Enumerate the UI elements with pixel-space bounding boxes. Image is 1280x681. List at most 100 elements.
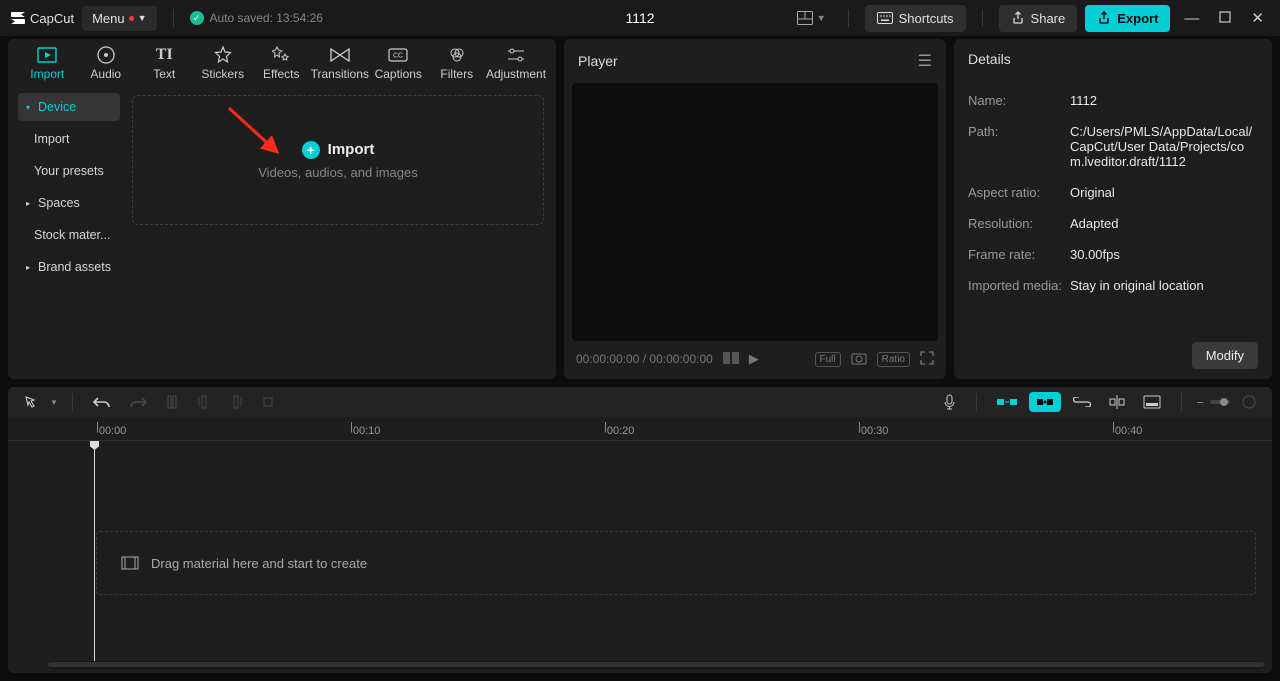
document-title: 1112: [625, 10, 654, 26]
timeline-panel: ▼ −: [8, 387, 1272, 673]
detail-label-path: Path:: [968, 124, 1070, 169]
notification-dot-icon: [129, 16, 134, 21]
chevron-icon: ▸: [26, 263, 34, 272]
tab-label: Import: [30, 67, 64, 81]
tick-label: 00:00: [99, 425, 127, 437]
tab-filters[interactable]: Filters: [428, 46, 487, 85]
link-button[interactable]: [1067, 393, 1097, 411]
capcut-logo-icon: [10, 10, 26, 26]
delete-button[interactable]: [255, 391, 281, 413]
tab-label: Text: [153, 67, 175, 81]
tick-label: 00:20: [607, 425, 635, 437]
tab-label: Effects: [263, 67, 299, 81]
player-viewport[interactable]: [572, 83, 938, 341]
transitions-icon: [330, 46, 350, 64]
layout-icon: [797, 11, 813, 25]
check-icon: ✓: [190, 11, 204, 25]
detail-value-name: 1112: [1070, 93, 1258, 108]
timeline-scrollbar[interactable]: [48, 661, 1264, 669]
separator: [976, 393, 977, 411]
delete-right-button[interactable]: [223, 391, 249, 413]
chevron-down-icon[interactable]: ▼: [50, 398, 58, 407]
detail-value-aspect: Original: [1070, 185, 1258, 200]
zoom-fit-button[interactable]: [1236, 391, 1262, 413]
shortcuts-button[interactable]: Shortcuts: [865, 5, 966, 32]
import-label: Import: [328, 141, 375, 158]
sidebar-item-brand[interactable]: ▸Brand assets: [18, 253, 120, 281]
split-button[interactable]: [159, 391, 185, 413]
delete-left-button[interactable]: [191, 391, 217, 413]
chevron-icon: ▸: [26, 199, 34, 208]
playhead[interactable]: [94, 441, 95, 661]
sidebar-item-spaces[interactable]: ▸Spaces: [18, 189, 120, 217]
share-button[interactable]: Share: [999, 5, 1078, 32]
tab-transitions[interactable]: Transitions: [311, 46, 370, 85]
zoom-out-button[interactable]: −: [1196, 395, 1204, 410]
tab-stickers[interactable]: Stickers: [194, 46, 253, 85]
maximize-button[interactable]: [1213, 10, 1237, 27]
detail-label-res: Resolution:: [968, 216, 1070, 231]
close-button[interactable]: ✕: [1245, 9, 1270, 27]
chevron-down-icon: ▼: [817, 13, 826, 23]
media-panel: Import Audio TI Text Stickers Effects Tr…: [8, 39, 556, 379]
tab-audio[interactable]: Audio: [77, 46, 136, 85]
fullscreen-button[interactable]: Full: [815, 352, 841, 367]
minimize-button[interactable]: —: [1178, 10, 1205, 27]
sidebar-item-import[interactable]: Import: [18, 125, 120, 153]
tab-text[interactable]: TI Text: [135, 46, 194, 85]
selection-tool-button[interactable]: [18, 391, 44, 413]
redo-button[interactable]: [123, 391, 153, 413]
preview-axis-button[interactable]: [1103, 391, 1131, 413]
tab-captions[interactable]: CC Captions: [369, 46, 428, 85]
timeline-ruler[interactable]: |00:00 |00:10 |00:20 |00:30 |00:40: [8, 417, 1272, 441]
sidebar-item-stock[interactable]: Stock mater...: [18, 221, 120, 249]
detail-label-imported: Imported media:: [968, 278, 1070, 293]
sidebar-item-device[interactable]: ▾Device: [18, 93, 120, 121]
detail-label-name: Name:: [968, 93, 1070, 108]
compare-icon[interactable]: [723, 352, 739, 367]
cover-button[interactable]: [1137, 391, 1167, 413]
detail-value-path: C:/Users/PMLS/AppData/Local/CapCut/User …: [1070, 124, 1258, 169]
menu-button[interactable]: Menu ▼: [82, 6, 156, 31]
separator: [982, 9, 983, 27]
tab-label: Filters: [440, 67, 473, 81]
chevron-down-icon: ▼: [138, 13, 147, 23]
details-panel: Details Name:1112 Path:C:/Users/PMLS/App…: [954, 39, 1272, 379]
tab-import[interactable]: Import: [18, 46, 77, 85]
chevron-icon: ▾: [26, 103, 34, 112]
ratio-button[interactable]: Ratio: [877, 352, 910, 367]
tab-label: Transitions: [311, 67, 369, 81]
sidebar-item-presets[interactable]: Your presets: [18, 157, 120, 185]
video-icon: [121, 556, 139, 570]
main-track-magnet-button[interactable]: [991, 392, 1023, 412]
player-panel: Player ☰ 00:00:00:00 / 00:00:00:00 ▶ Ful…: [564, 39, 946, 379]
effects-icon: [272, 46, 290, 64]
expand-button[interactable]: [920, 351, 934, 368]
snapshot-button[interactable]: [851, 351, 867, 368]
modify-button[interactable]: Modify: [1192, 342, 1258, 369]
tab-effects[interactable]: Effects: [252, 46, 311, 85]
separator: [72, 393, 73, 411]
tab-label: Stickers: [201, 67, 244, 81]
separator: [1181, 393, 1182, 411]
track-dropzone[interactable]: Drag material here and start to create: [96, 531, 1256, 595]
auto-snap-button[interactable]: [1029, 392, 1061, 412]
export-button[interactable]: Export: [1085, 5, 1170, 32]
tick-label: 00:10: [353, 425, 381, 437]
tick-label: 00:30: [861, 425, 889, 437]
import-dropzone[interactable]: + Import Videos, audios, and images: [132, 95, 544, 225]
autosave-text: Auto saved: 13:54:26: [210, 11, 323, 25]
timeline-tracks[interactable]: Drag material here and start to create: [8, 441, 1272, 661]
undo-button[interactable]: [87, 391, 117, 413]
player-menu-button[interactable]: ☰: [918, 51, 932, 71]
detail-value-imported: Stay in original location: [1070, 278, 1258, 293]
mic-button[interactable]: [937, 390, 962, 414]
layout-button[interactable]: ▼: [791, 5, 832, 31]
app-logo: CapCut: [10, 10, 74, 26]
app-name: CapCut: [30, 11, 74, 26]
tick-label: 00:40: [1115, 425, 1143, 437]
menu-label: Menu: [92, 11, 125, 26]
play-button[interactable]: ▶: [749, 351, 759, 367]
tab-adjustment[interactable]: Adjustment: [486, 46, 546, 85]
zoom-slider[interactable]: [1210, 400, 1230, 404]
